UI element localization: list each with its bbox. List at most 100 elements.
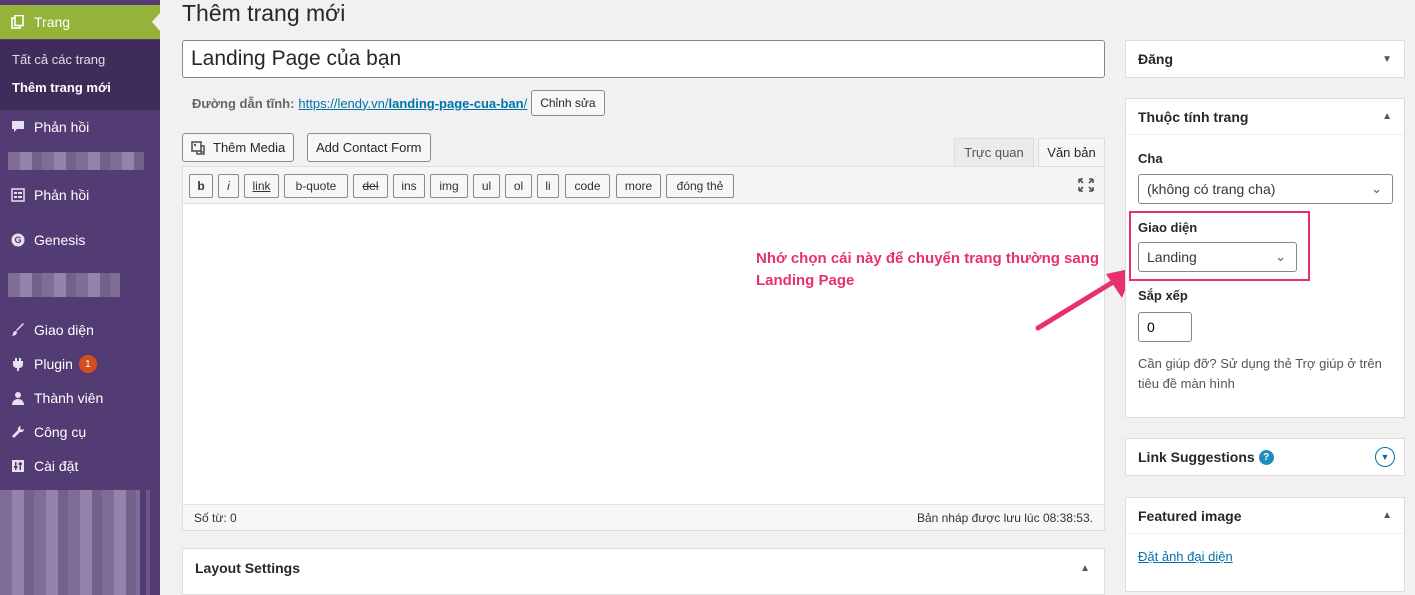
sidebar-scrollbar[interactable]: [146, 490, 150, 595]
link-suggestions-header[interactable]: Link Suggestions ? ▼: [1126, 439, 1404, 475]
sidebar-item-label: Giao diện: [34, 322, 94, 338]
page-title: Thêm trang mới: [182, 0, 346, 26]
link-suggestions-box: Link Suggestions ? ▼: [1125, 438, 1405, 476]
permalink-base: https://lendy.vn/: [298, 95, 389, 111]
publish-header[interactable]: Đăng ▼: [1126, 41, 1404, 77]
qt-bold-button[interactable]: b: [189, 174, 213, 198]
featured-image-header[interactable]: Featured image ▲: [1126, 498, 1404, 534]
tab-text[interactable]: Văn bản: [1038, 138, 1105, 166]
page-attributes-header[interactable]: Thuộc tính trang ▲: [1126, 99, 1404, 135]
qt-ul-button[interactable]: ul: [473, 174, 500, 198]
publish-title: Đăng: [1138, 51, 1173, 67]
permalink-row: Đường dẫn tĩnh: https://lendy.vn/landing…: [192, 90, 605, 116]
sidebar-item-feedback-forms[interactable]: Phản hồi: [0, 180, 160, 210]
wrench-icon: [10, 424, 26, 440]
genesis-icon: G: [10, 232, 26, 248]
qt-img-button[interactable]: img: [430, 174, 468, 198]
add-media-label: Thêm Media: [213, 140, 286, 155]
permalink-trail: /: [523, 95, 528, 111]
publish-box: Đăng ▼: [1125, 40, 1405, 78]
link-suggestions-title: Link Suggestions: [1138, 449, 1255, 465]
qt-ins-button[interactable]: ins: [393, 174, 425, 198]
order-label: Sắp xếp: [1138, 288, 1188, 303]
qt-link-button[interactable]: link: [244, 174, 279, 198]
editor: b i link b-quote del ins img ul ol li co…: [182, 166, 1105, 531]
expand-circle-icon[interactable]: ▼: [1375, 447, 1395, 467]
svg-text:G: G: [14, 235, 21, 245]
qt-del-button[interactable]: del: [353, 174, 388, 198]
form-icon: [10, 187, 26, 203]
qt-ol-button[interactable]: ol: [505, 174, 532, 198]
permalink-link[interactable]: https://lendy.vn/landing-page-cua-ban/: [298, 96, 527, 111]
sidebar-item-label: Công cụ: [34, 424, 87, 440]
plugin-icon: [10, 356, 26, 372]
sidebar-item-genesis[interactable]: G Genesis: [0, 225, 160, 255]
layout-settings-title: Layout Settings: [195, 560, 301, 576]
parent-select-value: (không có trang cha): [1147, 181, 1276, 197]
parent-select[interactable]: (không có trang cha) ⌄: [1138, 174, 1393, 204]
qt-more-button[interactable]: more: [616, 174, 661, 198]
sidebar-item-label: Cài đặt: [34, 458, 79, 474]
permalink-label: Đường dẫn tĩnh:: [192, 95, 295, 111]
sidebar-item-appearance[interactable]: Giao diện: [0, 315, 160, 345]
sidebar-item-plugins[interactable]: Plugin 1: [0, 349, 160, 379]
sidebar-item-settings[interactable]: Cài đặt: [0, 451, 160, 481]
featured-image-box: Featured image ▲ Đặt ảnh đại diện: [1125, 497, 1405, 592]
sidebar-item-pages[interactable]: Trang: [0, 5, 160, 39]
sidebar-item-label: Phản hồi: [34, 119, 90, 135]
chevron-down-icon: ⌄: [1371, 181, 1382, 196]
comment-bubble-icon: [10, 119, 26, 135]
sidebar-item-label: Thành viên: [34, 390, 104, 406]
permalink-slug: landing-page-cua-ban: [388, 95, 524, 111]
annotation-arrow: [1035, 268, 1134, 331]
media-icon: [191, 140, 207, 156]
word-count: Số từ: 0: [194, 511, 237, 525]
sidebar-item-label: Genesis: [34, 232, 86, 248]
help-text: Cần giúp đỡ? Sử dụng thẻ Trợ giúp ở trên…: [1138, 356, 1382, 391]
sidebar-item-users[interactable]: Thành viên: [0, 383, 160, 413]
qt-code-button[interactable]: code: [565, 174, 610, 198]
pages-icon: [10, 14, 26, 30]
sidebar-item-label: Plugin: [34, 356, 73, 372]
editor-status-bar: Số từ: 0 Bản nháp được lưu lúc 08:38:53.: [183, 504, 1104, 530]
qt-close-tags-button[interactable]: đóng thẻ: [666, 174, 734, 198]
collapse-down-icon[interactable]: ▼: [1382, 54, 1392, 65]
submenu-add-new[interactable]: Thêm trang mới: [12, 80, 111, 95]
qt-italic-button[interactable]: i: [218, 174, 239, 198]
sidebar-item-label: Phản hồi: [34, 187, 90, 203]
blurred-menu-items: [0, 490, 140, 595]
layout-settings-box: Layout Settings ▲: [182, 548, 1105, 595]
page-title-input[interactable]: [182, 40, 1105, 78]
annotation-highlight-box: [1129, 211, 1310, 281]
fullscreen-icon[interactable]: [1078, 178, 1094, 192]
brush-icon: [10, 322, 26, 338]
update-count-badge: 1: [78, 355, 97, 373]
sliders-icon: [10, 458, 26, 474]
set-featured-image-link[interactable]: Đặt ảnh đại diện: [1138, 549, 1233, 564]
admin-sidebar: Trang Tất cả các trang Thêm trang mới Ph…: [0, 0, 160, 595]
sidebar-item-feedback[interactable]: Phản hồi: [0, 112, 160, 142]
draft-saved-status: Bản nháp được lưu lúc 08:38:53.: [916, 511, 1093, 525]
submenu-all-pages[interactable]: Tất cả các trang: [12, 52, 105, 67]
sidebar-item-label: Trang: [34, 14, 71, 30]
order-input[interactable]: [1138, 312, 1192, 342]
collapse-up-icon[interactable]: ▲: [1382, 111, 1392, 122]
user-icon: [10, 390, 26, 406]
parent-label: Cha: [1138, 151, 1163, 166]
page-attributes-title: Thuộc tính trang: [1138, 108, 1249, 125]
featured-image-title: Featured image: [1138, 507, 1242, 524]
quicktags-toolbar: b i link b-quote del ins img ul ol li co…: [183, 167, 1104, 204]
tab-visual[interactable]: Trực quan: [954, 138, 1034, 166]
qt-li-button[interactable]: li: [537, 174, 559, 198]
sidebar-item-tools[interactable]: Công cụ: [0, 417, 160, 447]
blurred-menu-item: [8, 152, 144, 170]
blurred-menu-item: [8, 273, 120, 297]
add-contact-form-button[interactable]: Add Contact Form: [307, 133, 431, 162]
help-question-icon[interactable]: ?: [1258, 449, 1274, 465]
add-media-button[interactable]: Thêm Media: [182, 133, 295, 162]
collapse-up-icon[interactable]: ▲: [1080, 563, 1090, 574]
edit-permalink-button[interactable]: Chỉnh sửa: [531, 90, 605, 116]
collapse-up-icon[interactable]: ▲: [1382, 510, 1392, 521]
submenu: [0, 40, 160, 110]
qt-bquote-button[interactable]: b-quote: [284, 174, 348, 198]
